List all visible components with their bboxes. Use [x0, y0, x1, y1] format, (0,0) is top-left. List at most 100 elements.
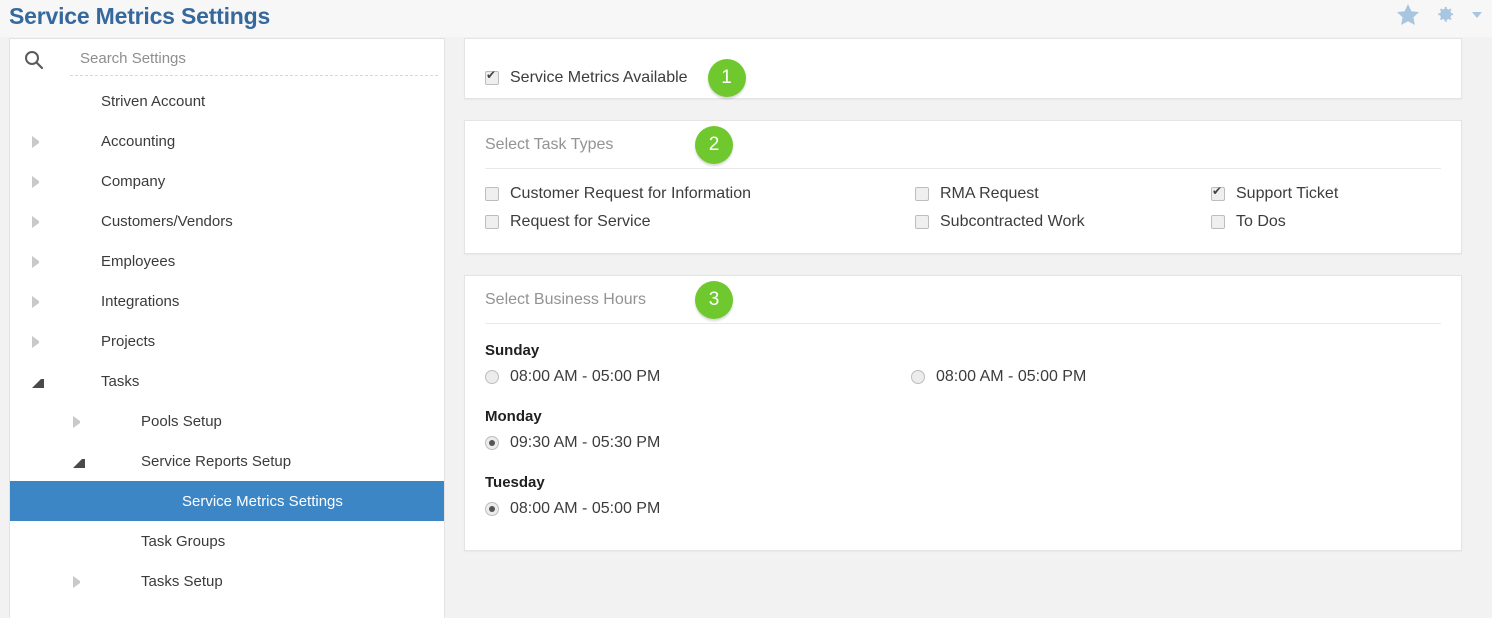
service-metrics-available-row[interactable]: Service Metrics Available 1 — [485, 59, 746, 97]
settings-page: Service Metrics Settings Search Settings… — [0, 0, 1492, 618]
task-type-option[interactable]: Request for Service — [485, 213, 915, 231]
task-type-label: Support Ticket — [1236, 185, 1339, 202]
sidebar-item-tasks-setup[interactable]: Tasks Setup — [10, 561, 444, 601]
service-metrics-available-label: Service Metrics Available — [510, 69, 688, 86]
business-hours-day-block: Tuesday 08:00 AM - 05:00 PM — [485, 474, 1441, 518]
sidebar-item-label: Task Groups — [141, 532, 226, 550]
business-hours-body: Sunday 08:00 AM - 05:00 PM 08:00 AM - 05:0… — [465, 324, 1461, 550]
settings-nav-list: Striven Account Accounting Company Customer… — [10, 81, 444, 601]
day-slot-grid: 08:00 AM - 05:00 PM — [485, 500, 1441, 518]
sidebar-item-customers-vendors[interactable]: Customers/Vendors — [10, 201, 444, 241]
business-hours-radio[interactable] — [911, 370, 925, 384]
search-row — [10, 39, 444, 81]
task-type-label: RMA Request — [940, 185, 1039, 202]
business-hours-slot[interactable]: 08:00 AM - 05:00 PM — [485, 368, 911, 386]
day-name-label: Monday — [485, 408, 542, 425]
select-business-hours-panel: Select Business Hours 3 Sunday 08:00 AM -… — [464, 275, 1462, 551]
task-types-grid: Customer Request for Information RMA Requ… — [485, 184, 1441, 231]
search-input[interactable] — [70, 45, 438, 76]
chevron-collapsed-icon[interactable] — [32, 176, 44, 188]
section-divider — [485, 168, 1441, 169]
service-metrics-available-panel: Service Metrics Available 1 — [464, 38, 1462, 99]
header-icon-group — [1396, 3, 1482, 26]
sidebar-item-accounting[interactable]: Accounting — [10, 121, 444, 161]
service-metrics-available-checkbox[interactable] — [485, 68, 499, 85]
business-hours-label: 08:00 AM - 05:00 PM — [936, 368, 1087, 385]
page-header: Service Metrics Settings — [0, 0, 1492, 37]
task-type-checkbox[interactable] — [485, 215, 499, 229]
settings-sidebar: Striven Account AccountingCompanyCustomer… — [9, 38, 445, 618]
step-badge-2: 2 — [695, 126, 733, 164]
day-name-label: Tuesday — [485, 474, 545, 491]
step-badge-1: 1 — [707, 59, 746, 97]
sidebar-item-service-metrics-settings[interactable]: Service Metrics Settings — [10, 481, 444, 521]
task-type-option[interactable]: To Dos — [1211, 213, 1441, 231]
select-task-types-header: Select Task Types 2 — [465, 121, 1461, 169]
chevron-collapsed-icon[interactable] — [32, 336, 44, 348]
task-type-label: Subcontracted Work — [940, 213, 1085, 230]
search-icon — [24, 50, 44, 74]
page-title: Service Metrics Settings — [9, 3, 271, 29]
business-hours-radio[interactable] — [485, 370, 499, 384]
task-types-body: Customer Request for Information RMA Requ… — [465, 169, 1461, 253]
sidebar-item-integrations[interactable]: Integrations — [10, 281, 444, 321]
sidebar-item-label: Tasks Setup — [141, 572, 223, 590]
chevron-collapsed-icon[interactable] — [73, 576, 85, 588]
sidebar-item-projects[interactable]: Projects — [10, 321, 444, 361]
day-slot-grid: 09:30 AM - 05:30 PM — [485, 434, 1441, 452]
day-slot-grid: 08:00 AM - 05:00 PM 08:00 AM - 05:00 PM — [485, 368, 1441, 386]
step-badge-3: 3 — [695, 281, 733, 319]
favorite-star-icon[interactable] — [1396, 3, 1420, 26]
sidebar-item-label: Service Reports Setup — [141, 452, 292, 470]
sidebar-item-company[interactable]: Company — [10, 161, 444, 201]
task-type-checkbox[interactable] — [915, 215, 929, 229]
select-business-hours-title: Select Business Hours — [485, 291, 646, 308]
task-type-label: To Dos — [1236, 213, 1286, 230]
chevron-collapsed-icon[interactable] — [32, 136, 44, 148]
section-divider — [485, 323, 1441, 324]
task-type-option[interactable]: RMA Request — [915, 185, 1211, 203]
task-type-checkbox[interactable] — [915, 187, 929, 201]
main-content: Service Metrics Available 1 Select Task … — [464, 38, 1484, 551]
business-hours-day-block: Monday 09:30 AM - 05:30 PM — [485, 408, 1441, 452]
chevron-expanded-icon[interactable] — [73, 456, 85, 468]
chevron-collapsed-icon[interactable] — [73, 416, 85, 428]
task-type-checkbox[interactable] — [1211, 184, 1225, 201]
day-name-label: Sunday — [485, 342, 540, 359]
chevron-down-icon[interactable] — [1472, 11, 1482, 18]
business-hours-slot[interactable]: 09:30 AM - 05:30 PM — [485, 434, 911, 452]
sidebar-item-striven-account[interactable]: Striven Account — [10, 81, 444, 121]
chevron-expanded-icon[interactable] — [32, 376, 44, 388]
sidebar-item-label: Service Metrics Settings — [182, 492, 343, 510]
business-hours-slot[interactable]: 08:00 AM - 05:00 PM — [911, 368, 1441, 386]
sidebar-item-task-groups[interactable]: Task Groups — [10, 521, 444, 561]
select-task-types-panel: Select Task Types 2 Customer Request for… — [464, 120, 1462, 254]
business-hours-slot[interactable]: 08:00 AM - 05:00 PM — [485, 500, 911, 518]
task-type-option[interactable]: Support Ticket — [1211, 184, 1441, 203]
business-hours-label: 09:30 AM - 05:30 PM — [510, 434, 661, 451]
chevron-collapsed-icon[interactable] — [32, 256, 44, 268]
sidebar-item-label: Striven Account — [101, 92, 206, 110]
sidebar-item-label: Tasks — [101, 372, 140, 390]
task-type-label: Customer Request for Information — [510, 185, 751, 202]
task-type-label: Request for Service — [510, 213, 651, 230]
task-type-option[interactable]: Subcontracted Work — [915, 213, 1211, 231]
sidebar-item-pools-setup[interactable]: Pools Setup — [10, 401, 444, 441]
sidebar-item-label: Pools Setup — [141, 412, 222, 430]
task-type-option[interactable]: Customer Request for Information — [485, 185, 915, 203]
sidebar-item-employees[interactable]: Employees — [10, 241, 444, 281]
business-hours-label: 08:00 AM - 05:00 PM — [510, 500, 661, 517]
chevron-collapsed-icon[interactable] — [32, 296, 44, 308]
business-hours-radio[interactable] — [485, 502, 499, 516]
task-type-checkbox[interactable] — [1211, 215, 1225, 229]
sidebar-item-service-reports-setup[interactable]: Service Reports Setup — [10, 441, 444, 481]
business-hours-label: 08:00 AM - 05:00 PM — [510, 368, 661, 385]
task-type-checkbox[interactable] — [485, 187, 499, 201]
chevron-collapsed-icon[interactable] — [32, 216, 44, 228]
select-task-types-title: Select Task Types — [485, 136, 614, 153]
business-hours-radio[interactable] — [485, 436, 499, 450]
gear-icon[interactable] — [1433, 4, 1455, 26]
business-hours-day-block: Sunday 08:00 AM - 05:00 PM 08:00 AM - 05:0… — [485, 342, 1441, 386]
sidebar-item-tasks[interactable]: Tasks — [10, 361, 444, 401]
select-business-hours-header: Select Business Hours 3 — [465, 276, 1461, 324]
